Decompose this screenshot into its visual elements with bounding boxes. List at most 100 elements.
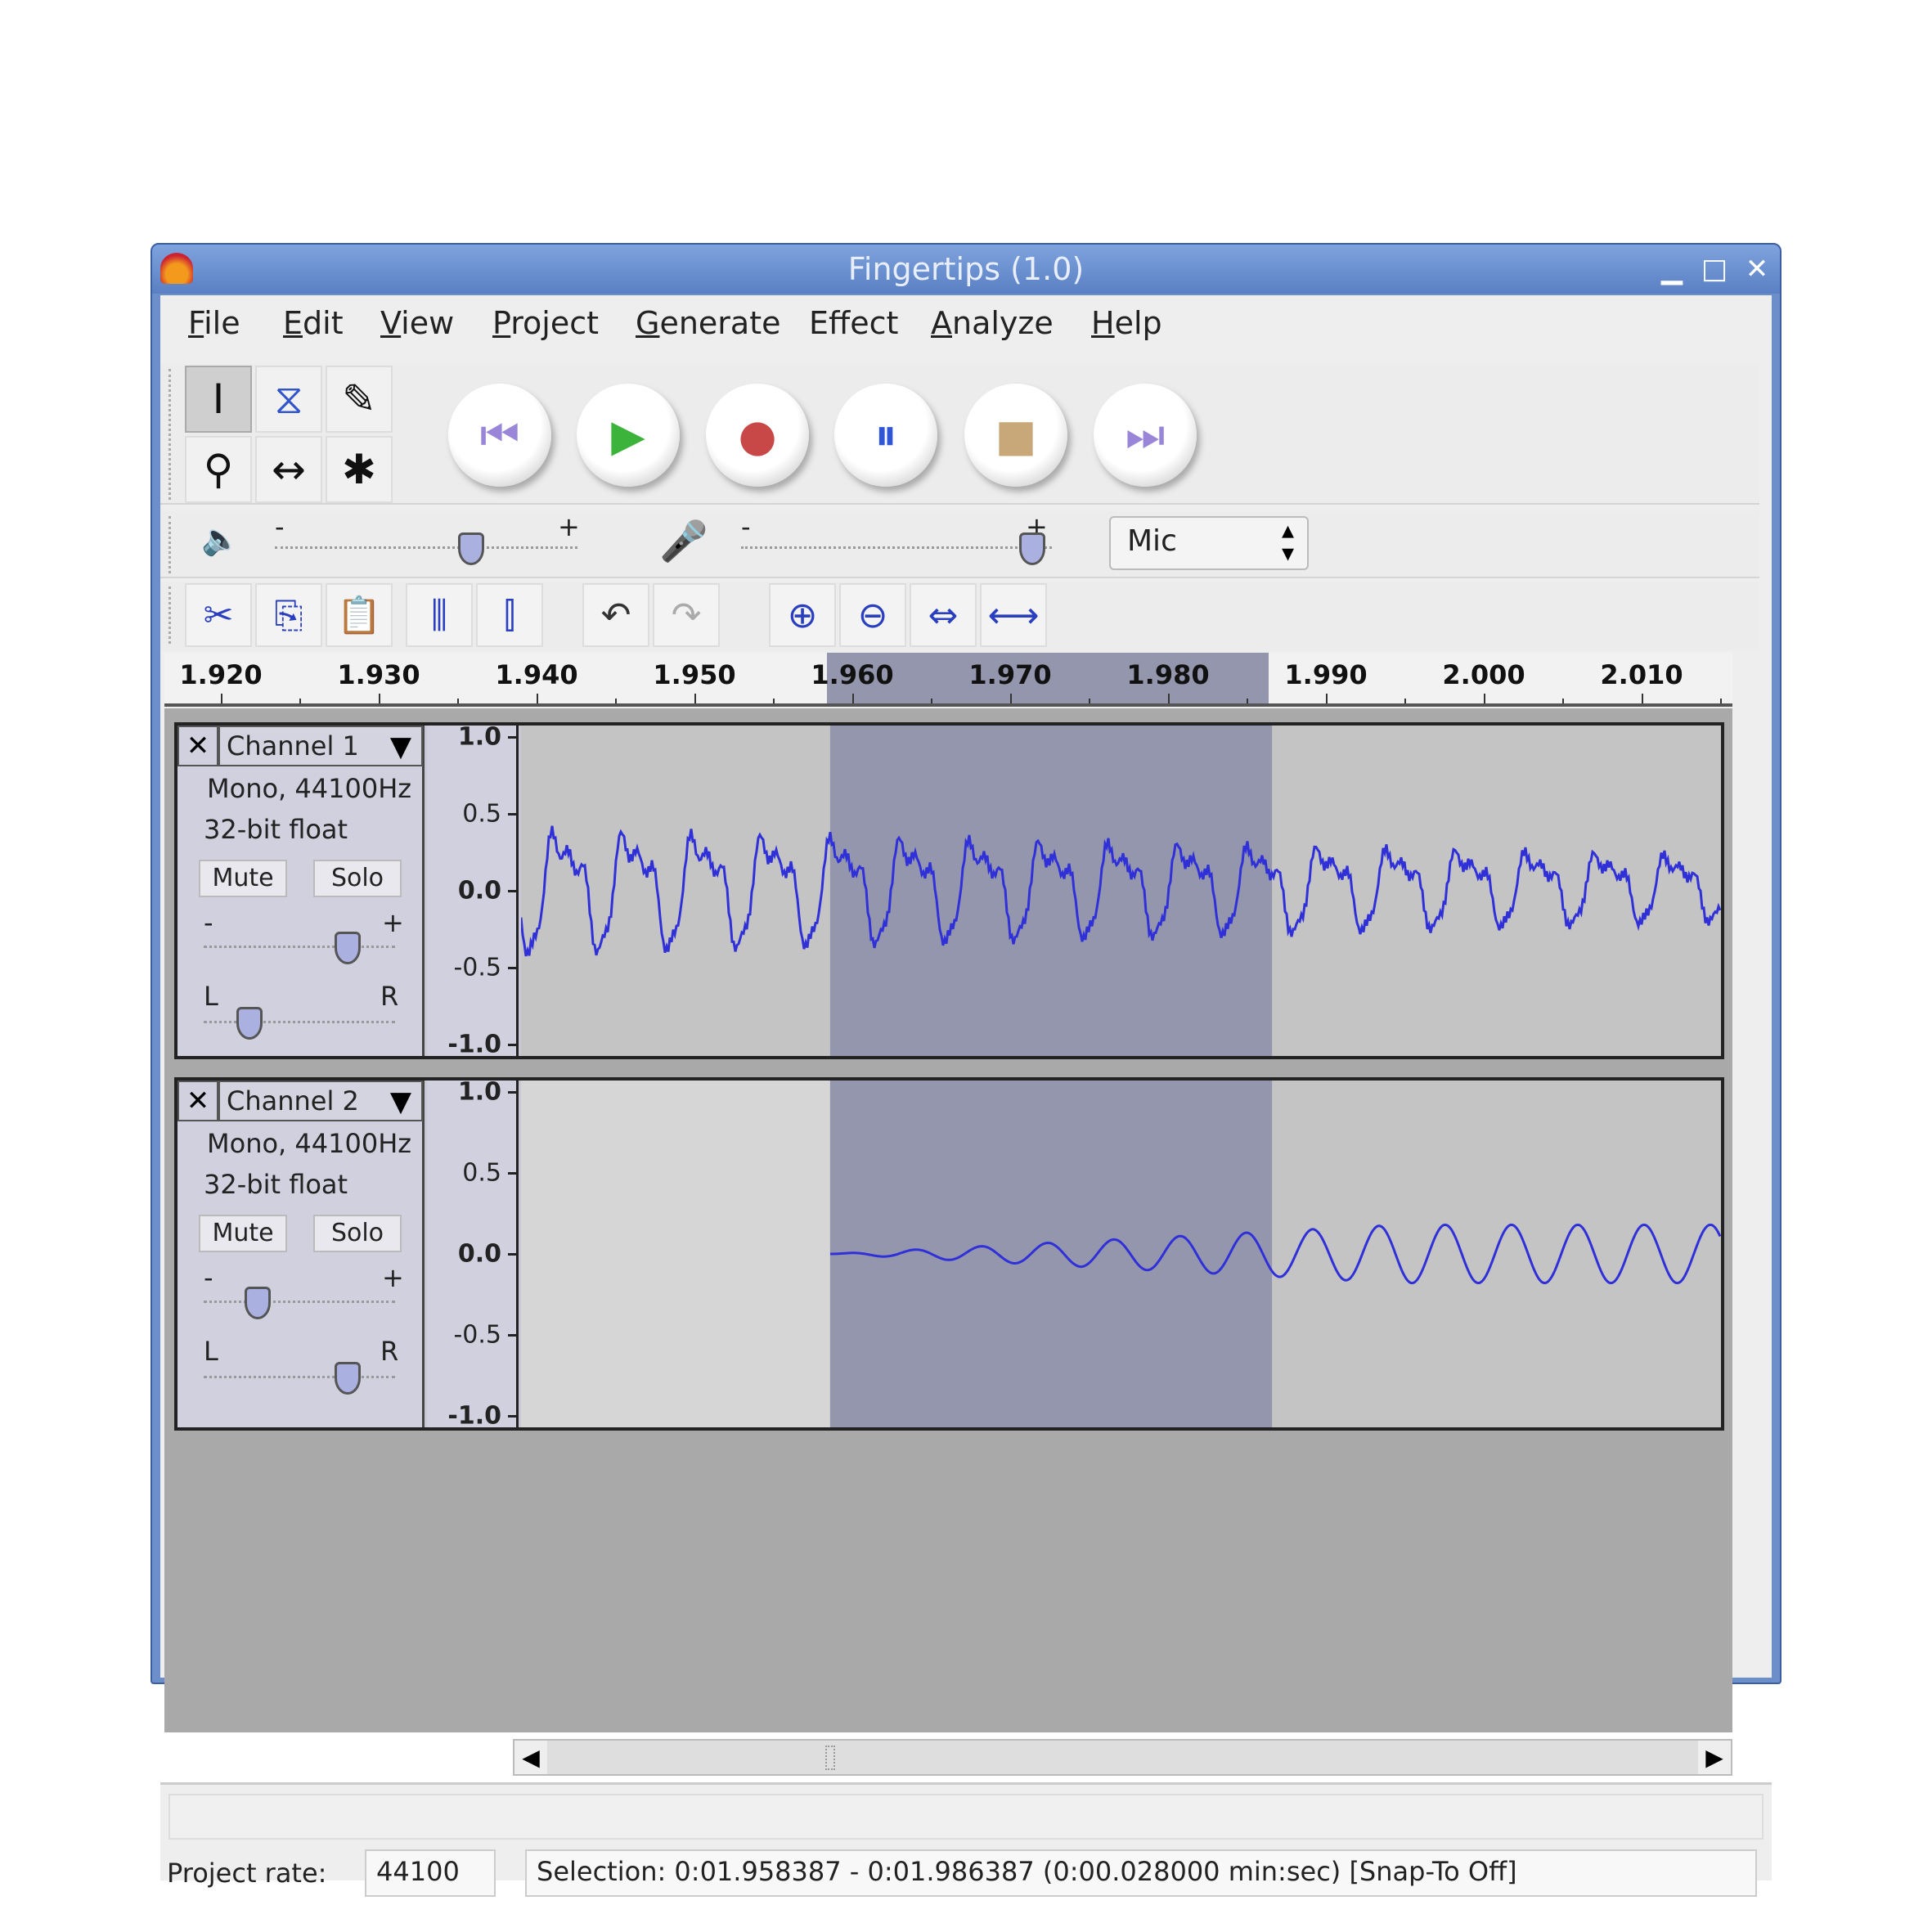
- zoom-out-button[interactable]: ⊖: [839, 583, 906, 647]
- toolbar-grip[interactable]: [168, 369, 175, 500]
- dropdown-arrow-icon: ▼: [389, 1085, 411, 1118]
- menu-analyze[interactable]: Analyze: [931, 305, 1054, 341]
- tools-toolbar: I ⧖ ✎ ⚲ ↔ ✱ ⏮ ▶ ● ⏸ ■ ⏭: [160, 364, 1759, 505]
- gain-slider-thumb[interactable]: [335, 932, 361, 964]
- input-source-select[interactable]: Mic ▴ ▾: [1109, 516, 1309, 570]
- pause-button[interactable]: ⏸: [834, 384, 937, 487]
- maximize-button[interactable]: □: [1698, 253, 1731, 285]
- solo-button[interactable]: Solo: [313, 860, 402, 897]
- menu-view[interactable]: View: [380, 305, 454, 341]
- copy-button[interactable]: ⎘: [255, 583, 322, 647]
- gain-slider[interactable]: [204, 945, 395, 948]
- input-volume-slider[interactable]: [741, 546, 1052, 549]
- redo-button[interactable]: ↷: [653, 583, 720, 647]
- menu-edit[interactable]: Edit: [283, 305, 344, 341]
- record-button[interactable]: ●: [706, 384, 809, 487]
- ruler-tick: [221, 694, 222, 703]
- project-rate-field[interactable]: 44100: [365, 1849, 496, 1897]
- timeline-ruler[interactable]: 1.920 1.930 1.940 1.950 1.960 1.970 1.980 1.990…: [164, 653, 1732, 707]
- pan-slider[interactable]: [204, 1020, 395, 1023]
- zoom-in-button[interactable]: ⊕: [769, 583, 836, 647]
- ruler-tick: [694, 694, 696, 703]
- menu-help[interactable]: Help: [1091, 305, 1162, 341]
- ruler-tick: [379, 694, 380, 703]
- waveform-display[interactable]: [521, 726, 1721, 1056]
- gain-slider-thumb[interactable]: [245, 1287, 271, 1319]
- ruler-tick-label: 1.940: [495, 659, 578, 690]
- ruler-tick-label: 1.930: [337, 659, 420, 690]
- skip-to-end-button[interactable]: ⏭: [1094, 384, 1197, 487]
- play-button[interactable]: ▶: [577, 384, 680, 487]
- pan-slider-thumb[interactable]: [236, 1007, 263, 1040]
- toolbar-grip[interactable]: [168, 516, 175, 573]
- minimize-button[interactable]: ▁: [1656, 253, 1688, 285]
- envelope-tool[interactable]: ⧖: [255, 366, 322, 433]
- cut-button[interactable]: ✂: [185, 583, 252, 647]
- amplitude-label: -0.5: [453, 953, 501, 982]
- silence-button[interactable]: ⫿: [476, 583, 543, 647]
- waveform-display[interactable]: [521, 1081, 1721, 1427]
- fit-project-button[interactable]: ⟷: [980, 583, 1047, 647]
- trim-button[interactable]: ⫼: [406, 583, 473, 647]
- track-menu-button[interactable]: Channel 2 ▼: [218, 1081, 423, 1121]
- selected-region: [829, 726, 1273, 1056]
- draw-tool[interactable]: ✎: [326, 366, 393, 433]
- menu-bar: File Edit View Project Generate Effect Analyze…: [160, 295, 1772, 356]
- scrollbar-thumb[interactable]: [825, 1746, 835, 1770]
- amplitude-label: -1.0: [447, 1401, 501, 1431]
- zoom-tool[interactable]: ⚲: [185, 436, 252, 503]
- menu-file[interactable]: File: [188, 305, 240, 341]
- paste-button[interactable]: 📋: [326, 583, 393, 647]
- track-name: Channel 1: [227, 730, 359, 762]
- pan-left-label: L: [204, 1336, 218, 1367]
- silence-icon: ⫿: [503, 594, 516, 636]
- undo-button[interactable]: ↶: [582, 583, 649, 647]
- output-volume-slider[interactable]: [275, 546, 577, 549]
- window-title: Fingertips (1.0): [847, 251, 1085, 287]
- amplitude-tick: [508, 967, 516, 969]
- pan-slider-thumb[interactable]: [335, 1362, 361, 1395]
- gain-slider[interactable]: [204, 1300, 395, 1303]
- zoom-in-icon: ⊕: [787, 594, 818, 636]
- skip-start-icon: ⏮: [479, 409, 520, 461]
- close-button[interactable]: ✕: [1741, 253, 1773, 285]
- scroll-right-button[interactable]: ▶: [1698, 1741, 1731, 1774]
- track-format: Mono, 44100Hz: [207, 1128, 412, 1159]
- amplitude-tick: [508, 1091, 516, 1094]
- skip-to-start-button[interactable]: ⏮: [448, 384, 551, 487]
- menu-project[interactable]: Project: [492, 305, 599, 341]
- scroll-left-button[interactable]: ◀: [514, 1741, 547, 1774]
- timeshift-tool[interactable]: ↔: [255, 436, 322, 503]
- stop-button[interactable]: ■: [964, 384, 1067, 487]
- mute-button[interactable]: Mute: [199, 1215, 287, 1252]
- selection-tool[interactable]: I: [185, 366, 252, 433]
- ruler-tick-label: 1.990: [1284, 659, 1368, 690]
- track-menu-button[interactable]: Channel 1 ▼: [218, 726, 423, 766]
- input-min-label: -: [741, 511, 751, 542]
- play-icon: ▶: [611, 409, 645, 461]
- ruler-tick-label: 2.000: [1442, 659, 1525, 690]
- menu-effect[interactable]: Effect: [809, 305, 898, 341]
- ruler-tick: [1168, 694, 1170, 703]
- ruler-tick: [1247, 699, 1248, 703]
- menu-generate[interactable]: Generate: [636, 305, 780, 341]
- track-2[interactable]: ✕ Channel 2 ▼ Mono, 44100Hz 32-bit float…: [174, 1077, 1724, 1431]
- track-name: Channel 2: [227, 1085, 359, 1117]
- toolbar-grip[interactable]: [168, 586, 175, 644]
- track-close-button[interactable]: ✕: [177, 1081, 218, 1121]
- fit-selection-button[interactable]: ⇔: [910, 583, 977, 647]
- track-1[interactable]: ✕ Channel 1 ▼ Mono, 44100Hz 32-bit float…: [174, 722, 1724, 1059]
- mute-button[interactable]: Mute: [199, 860, 287, 897]
- pan-slider[interactable]: [204, 1375, 395, 1378]
- horizontal-scrollbar[interactable]: ◀ ▶: [513, 1739, 1732, 1776]
- solo-button[interactable]: Solo: [313, 1215, 402, 1252]
- multi-tool[interactable]: ✱: [326, 436, 393, 503]
- volume-max-label: +: [558, 511, 580, 542]
- input-volume-thumb[interactable]: [1018, 532, 1045, 565]
- ruler-tick: [615, 699, 617, 703]
- track-close-button[interactable]: ✕: [177, 726, 218, 766]
- ruler-tick: [537, 694, 538, 703]
- output-volume-thumb[interactable]: [458, 532, 485, 565]
- fit-selection-icon: ⇔: [928, 594, 959, 636]
- ruler-tick-label: 1.920: [179, 659, 263, 690]
